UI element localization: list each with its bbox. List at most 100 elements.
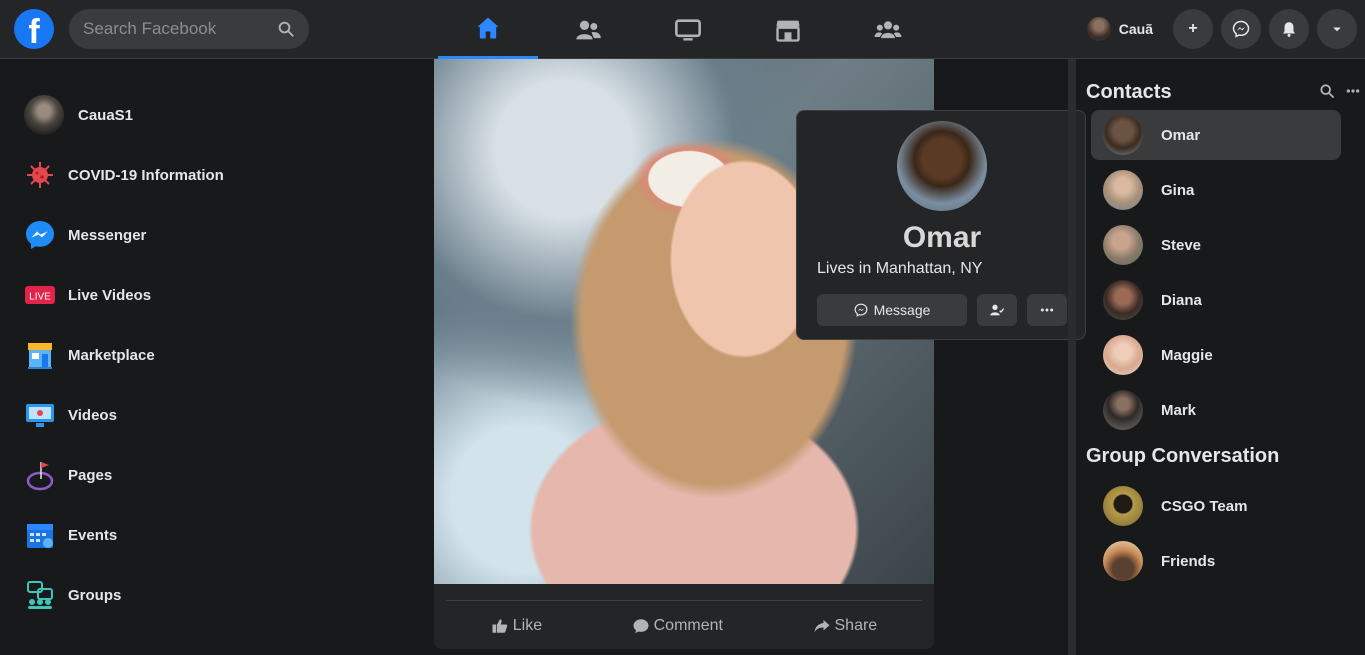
sidebar-item-covid[interactable]: COVID-19 Information (14, 145, 394, 205)
avatar (1103, 225, 1143, 265)
search-box[interactable] (69, 9, 309, 49)
hover-card-location: Lives in Manhattan, NY (817, 260, 983, 277)
like-button[interactable]: Like (491, 617, 542, 635)
ellipsis-icon[interactable] (1345, 83, 1361, 99)
live-badge: LIVE (29, 292, 51, 303)
marketplace-icon (24, 339, 56, 371)
share-label: Share (834, 616, 878, 634)
avatar (1103, 390, 1143, 430)
bell-icon (1283, 22, 1295, 37)
hover-card-name[interactable]: Omar (797, 221, 1087, 255)
watch-icon (675, 18, 701, 40)
share-button[interactable]: Share (813, 616, 878, 635)
contacts-tools (1309, 83, 1361, 99)
caret-down-icon (1333, 27, 1341, 32)
sidebar-item-label: Events (68, 526, 118, 544)
message-label: Message (873, 302, 931, 318)
friends-status-button[interactable] (977, 294, 1017, 326)
account-menu-button[interactable] (1317, 9, 1357, 49)
virus-icon (24, 159, 56, 191)
hover-card-avatar[interactable] (897, 121, 987, 211)
contact-name: Gina (1161, 181, 1195, 199)
contact-item[interactable]: Gina (1091, 165, 1341, 215)
search-icon[interactable] (277, 20, 295, 38)
more-options-button[interactable] (1027, 294, 1067, 326)
sidebar-item-label: Videos (68, 406, 117, 424)
tab-home[interactable] (438, 0, 538, 59)
messenger-button[interactable] (1221, 9, 1261, 49)
right-sidebar: Contacts Omar Gina Steve Diana Maggie Ma… (1086, 59, 1365, 655)
profile-shortcut[interactable]: Cauã (1086, 17, 1153, 41)
sidebar-item-videos[interactable]: Videos (14, 385, 394, 445)
comment-icon (633, 618, 649, 633)
create-button[interactable]: + (1173, 9, 1213, 49)
facebook-logo[interactable]: f (14, 9, 54, 49)
contact-item[interactable]: Diana (1091, 275, 1341, 325)
avatar (1103, 115, 1143, 155)
sidebar-item-label: Groups (68, 586, 122, 604)
contact-name: Diana (1161, 291, 1202, 309)
groups-icon (24, 579, 56, 611)
avatar (1086, 17, 1111, 41)
sidebar-item-groups[interactable]: Groups (14, 565, 394, 625)
thumbs-up-icon (492, 618, 508, 633)
sidebar-item-profile[interactable]: CauaS1 (14, 85, 394, 145)
message-button[interactable]: Message (817, 294, 967, 326)
friends-icon (576, 20, 601, 39)
avatar (1103, 486, 1143, 526)
sidebar-item-label: Marketplace (68, 346, 155, 364)
avatar (1103, 280, 1143, 320)
tab-marketplace[interactable] (738, 0, 838, 59)
sidebar-item-pages[interactable]: Pages (14, 445, 394, 505)
search-icon[interactable] (1319, 83, 1335, 99)
like-label: Like (512, 616, 543, 634)
marketplace-tab-icon (776, 20, 800, 42)
notifications-button[interactable] (1269, 9, 1309, 49)
share-icon (814, 619, 829, 632)
avatar (1103, 170, 1143, 210)
messenger-icon (854, 303, 868, 317)
top-right-controls: Cauã + (1086, 9, 1357, 49)
sidebar-item-label: Live Videos (68, 286, 152, 304)
comment-button[interactable]: Comment (632, 617, 723, 635)
contact-item[interactable]: Steve (1091, 220, 1341, 270)
tab-watch[interactable] (638, 0, 738, 59)
sidebar-item-live-videos[interactable]: LIVE Live Videos (14, 265, 394, 325)
group-item[interactable]: Friends (1091, 536, 1341, 586)
contact-item[interactable]: Mark (1091, 385, 1341, 435)
profile-hover-card: Omar Lives in Manhattan, NY Message (796, 110, 1086, 340)
avatar (1103, 541, 1143, 581)
contact-item[interactable]: Omar (1091, 110, 1341, 160)
group-name: CSGO Team (1161, 497, 1248, 515)
sidebar-item-label: COVID-19 Information (68, 166, 224, 184)
top-navigation-bar: f Cauã + (0, 0, 1365, 59)
group-conversation-title: Group Conversation (1086, 445, 1280, 467)
friend-check-icon (990, 304, 1005, 316)
live-icon: LIVE (24, 279, 56, 311)
videos-icon (24, 399, 56, 431)
group-name: Friends (1161, 552, 1216, 570)
sidebar-item-marketplace[interactable]: Marketplace (14, 325, 394, 385)
sidebar-item-messenger[interactable]: Messenger (14, 205, 394, 265)
ellipsis-icon (1040, 308, 1054, 312)
left-sidebar: CauaS1 COVID-19 Information Messenger LI… (14, 85, 394, 625)
contact-name: Mark (1161, 401, 1197, 419)
scrollbar[interactable] (1068, 59, 1076, 655)
group-item[interactable]: CSGO Team (1091, 481, 1341, 531)
contact-item[interactable]: Maggie (1091, 330, 1341, 380)
profile-name: Cauã (1118, 21, 1153, 37)
sidebar-item-label: Pages (68, 466, 113, 484)
events-icon (24, 519, 56, 551)
search-input[interactable] (83, 9, 273, 49)
contact-name: Omar (1161, 126, 1201, 144)
home-icon (477, 17, 499, 39)
tab-friends[interactable] (538, 0, 638, 59)
contact-name: Maggie (1161, 346, 1213, 364)
tab-groups[interactable] (838, 0, 938, 59)
contact-name: Steve (1161, 236, 1202, 254)
avatar (24, 95, 64, 135)
messenger-icon (1232, 20, 1250, 38)
sidebar-item-label: Messenger (68, 226, 147, 244)
comment-label: Comment (653, 616, 723, 634)
sidebar-item-events[interactable]: Events (14, 505, 394, 565)
